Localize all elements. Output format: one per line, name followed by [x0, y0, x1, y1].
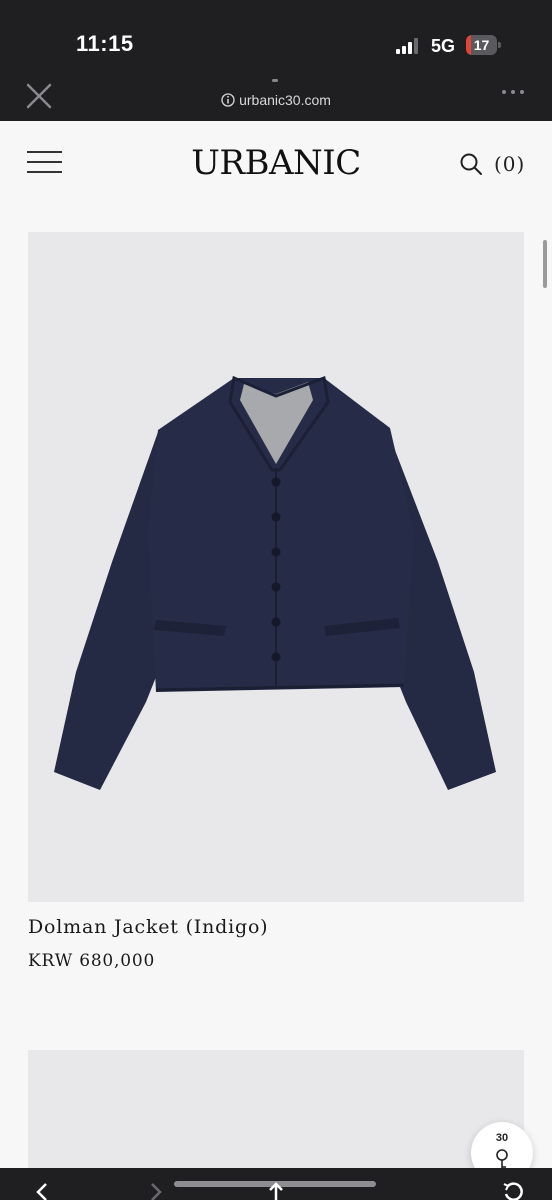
search-icon[interactable]	[459, 152, 483, 176]
reload-icon[interactable]	[498, 1180, 526, 1200]
site-info-icon[interactable]	[221, 93, 235, 107]
forward-icon[interactable]	[144, 1180, 172, 1200]
back-icon[interactable]	[26, 1180, 54, 1200]
address-bar[interactable]: urbanic30.com	[0, 92, 552, 108]
browser-chrome: 11:15 5G 17 urbanic30.com	[0, 0, 552, 121]
page-indicator	[272, 79, 278, 82]
battery-level: 17	[473, 37, 490, 53]
cart-button[interactable]: (0)	[494, 152, 525, 176]
battery-icon: 17	[466, 35, 501, 55]
cellular-signal-icon	[396, 38, 418, 54]
jacket-illustration	[54, 375, 496, 790]
product-image[interactable]	[28, 232, 524, 902]
status-time: 11:15	[76, 31, 134, 56]
product-name[interactable]: Dolman Jacket (Indigo)	[28, 916, 268, 938]
share-icon[interactable]	[262, 1180, 290, 1200]
badge-label: 30	[495, 1132, 509, 1144]
product-price: KRW 680,000	[28, 951, 156, 971]
url-text: urbanic30.com	[239, 92, 331, 108]
network-type: 5G	[431, 36, 456, 56]
more-dots-icon[interactable]	[500, 88, 526, 96]
scrollbar[interactable]	[543, 240, 547, 288]
